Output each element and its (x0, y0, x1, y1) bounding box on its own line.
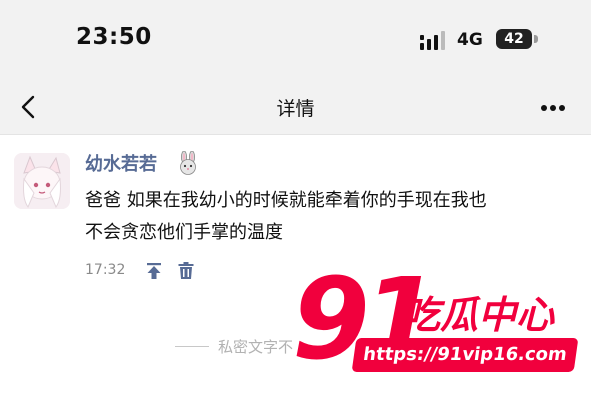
avatar-illustration (14, 153, 70, 209)
post-time: 17:32 (85, 262, 126, 278)
battery-icon: 42 (496, 29, 532, 49)
page-title: 详情 (276, 98, 315, 120)
privacy-note: 私密文字不 (218, 338, 294, 356)
network-type: 4G (457, 30, 483, 50)
status-time: 23:50 (76, 24, 152, 50)
watermark-url: https://91vip16.com (351, 338, 579, 372)
status-bar: 23:50 4G 42 (0, 0, 591, 80)
more-options-icon[interactable] (540, 104, 566, 112)
delete-icon[interactable] (178, 262, 194, 280)
pin-to-top-icon[interactable] (146, 262, 162, 280)
svg-text:吃瓜中心: 吃瓜中心 (402, 293, 555, 337)
post-content: 爸爸 如果在我幼小的时候就能牵着你的手现在我也 不会贪恋他们手掌的温度 (85, 185, 565, 249)
divider-line (175, 346, 209, 347)
rabbit-emoji-icon (180, 151, 196, 175)
post-line: 爸爸 如果在我幼小的时候就能牵着你的手现在我也 (85, 190, 487, 211)
avatar[interactable] (14, 153, 70, 209)
post-line: 不会贪恋他们手掌的温度 (85, 222, 283, 243)
cellular-signal-icon (420, 31, 445, 50)
post-username[interactable]: 幼水若若 (85, 150, 157, 176)
battery-nub (534, 35, 538, 43)
nav-bar: 详情 (0, 80, 591, 135)
